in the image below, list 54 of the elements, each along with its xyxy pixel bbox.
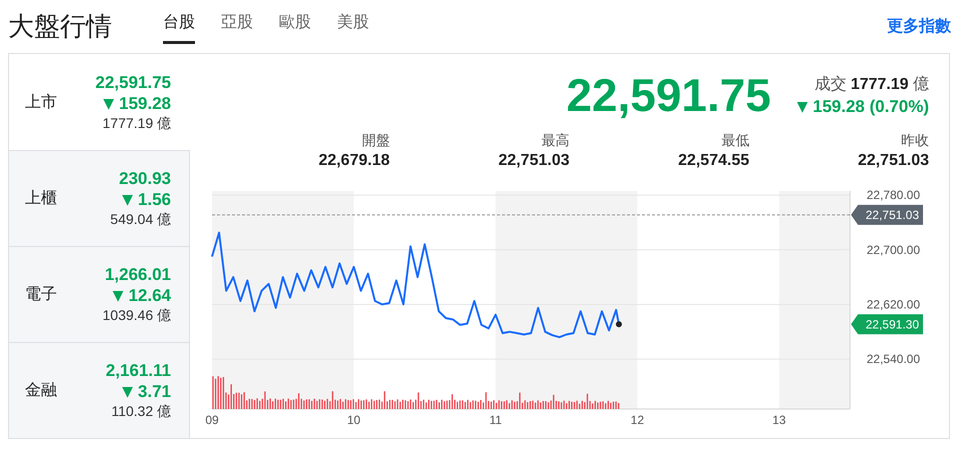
index-name: 上櫃 <box>25 188 57 209</box>
turnover-text: 成交 1777.19 億 <box>814 74 929 94</box>
stat-label: 昨收 <box>901 132 929 150</box>
axis-label: 12 <box>630 413 644 427</box>
index-item[interactable]: 電子 1,266.01 ▼ 12.64 1039.46 億 <box>9 246 190 342</box>
index-name: 電子 <box>25 285 57 305</box>
ref-line-label: 22,751.03 <box>866 208 920 222</box>
price-tag: 22,591.30 <box>851 314 923 334</box>
index-name: 金融 <box>25 381 57 401</box>
down-triangle-icon: ▼ <box>122 192 133 208</box>
down-triangle-icon: ▼ <box>122 384 133 400</box>
market-tab[interactable]: 台股 <box>163 0 195 44</box>
index-volume: 1039.46 億 <box>102 306 171 324</box>
stat-label: 開盤 <box>362 132 390 150</box>
price-tag: 22,751.03 <box>851 204 923 225</box>
market-tab[interactable]: 亞股 <box>221 0 253 44</box>
down-triangle-icon: ▼ <box>112 288 124 304</box>
axis-label: 22,620.00 <box>866 297 920 312</box>
index-price: 1,266.01 <box>104 264 171 284</box>
axis-label: 11 <box>489 413 502 427</box>
stat-label: 最高 <box>542 132 570 150</box>
index-volume: 110.32 億 <box>111 402 171 420</box>
last-point-marker <box>616 321 622 328</box>
axis-label: 22,780.00 <box>866 188 920 202</box>
market-tab[interactable]: 歐股 <box>279 0 311 44</box>
stat-value: 22,574.55 <box>678 152 750 170</box>
index-volume: 1777.19 億 <box>102 114 171 132</box>
index-change: 12.64 <box>128 286 171 306</box>
price-change: 159.28 (0.70%) <box>812 96 929 116</box>
axis-label: 13 <box>772 413 786 427</box>
axis-label: 22,700.00 <box>866 242 920 257</box>
down-triangle-icon: ▼ <box>796 98 808 114</box>
axis-label: 22,540.00 <box>866 352 920 366</box>
axis-label: 09 <box>205 413 219 427</box>
index-change: 3.71 <box>138 382 171 402</box>
index-item[interactable]: 金融 2,161.11 ▼ 3.71 110.32 億 <box>9 342 190 438</box>
index-item[interactable]: 上櫃 230.93 ▼ 1.56 549.04 億 <box>9 150 190 246</box>
stat-value: 22,751.03 <box>858 152 929 170</box>
stat-value: 22,751.03 <box>498 152 570 170</box>
index-name: 上市 <box>25 92 57 113</box>
index-change: 159.28 <box>119 94 171 114</box>
axis-label: 10 <box>347 413 360 427</box>
index-volume: 549.04 億 <box>110 210 171 228</box>
stat-label: 最低 <box>721 132 750 150</box>
more-indices-link[interactable]: 更多指數 <box>887 16 951 37</box>
down-triangle-icon: ▼ <box>103 96 114 112</box>
page-title: 大盤行情 <box>8 10 113 43</box>
index-change: 1.56 <box>138 190 171 210</box>
index-price: 2,161.11 <box>106 360 171 380</box>
stat-value: 22,679.18 <box>318 152 390 170</box>
index-price: 22,591.75 <box>95 72 171 92</box>
market-tab[interactable]: 美股 <box>337 0 369 44</box>
index-price: 230.93 <box>119 168 171 188</box>
current-price: 22,591.75 <box>566 68 771 122</box>
